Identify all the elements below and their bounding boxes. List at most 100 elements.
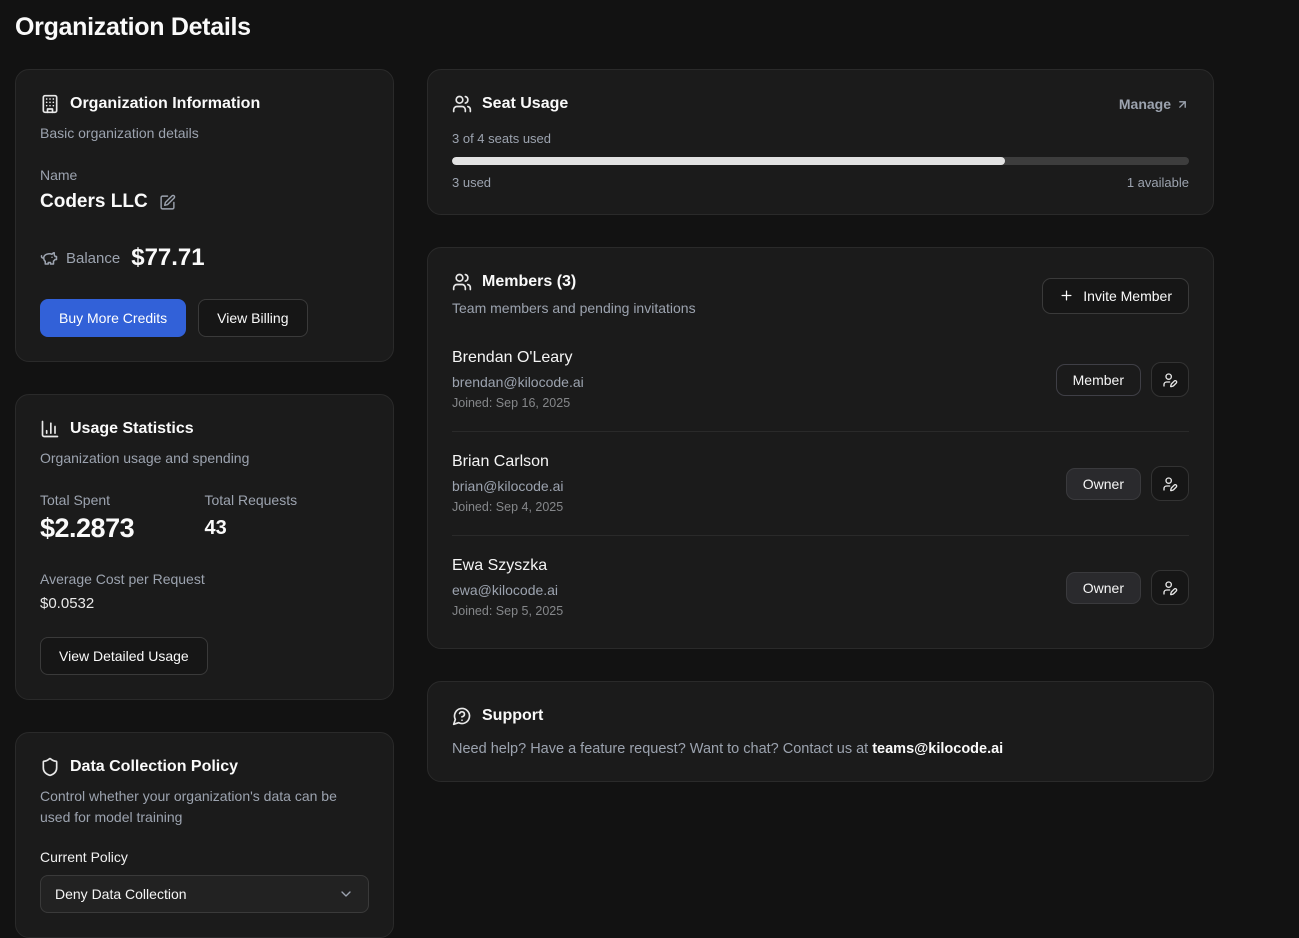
piggy-bank-icon <box>40 249 58 267</box>
seat-summary: 3 of 4 seats used <box>452 131 1189 146</box>
member-row: Brendan O'Leary brendan@kilocode.ai Join… <box>452 328 1189 432</box>
user-pen-icon <box>1162 580 1178 596</box>
edit-role-button[interactable] <box>1151 570 1189 605</box>
edit-role-button[interactable] <box>1151 362 1189 397</box>
edit-role-button[interactable] <box>1151 466 1189 501</box>
member-list: Brendan O'Leary brendan@kilocode.ai Join… <box>452 328 1189 624</box>
user-pen-icon <box>1162 476 1178 492</box>
card-title: Seat Usage <box>482 95 568 113</box>
member-email: brendan@kilocode.ai <box>452 374 584 390</box>
balance-label: Balance <box>66 250 120 267</box>
total-spent-stat: Total Spent $2.2873 <box>40 492 205 544</box>
stats-grid: Total Spent $2.2873 Total Requests 43 <box>40 492 369 544</box>
member-info: Brendan O'Leary brendan@kilocode.ai Join… <box>452 349 584 410</box>
invite-member-label: Invite Member <box>1083 288 1172 304</box>
plus-icon <box>1059 288 1074 303</box>
members-title-group: Members (3) Team members and pending inv… <box>452 272 696 319</box>
members-title-row: Members (3) <box>452 272 696 292</box>
usage-button-row: View Detailed Usage <box>40 637 369 675</box>
role-badge: Owner <box>1066 468 1141 500</box>
right-column: Seat Usage Manage 3 of 4 seats used 3 us… <box>427 69 1214 782</box>
member-actions: Owner <box>1066 570 1189 605</box>
manage-label: Manage <box>1119 96 1171 112</box>
card-subtitle: Control whether your organization's data… <box>40 786 369 828</box>
policy-select[interactable]: Deny Data Collection <box>40 875 369 913</box>
policy-select-value: Deny Data Collection <box>55 886 187 902</box>
support-message: Need help? Have a feature request? Want … <box>452 741 872 757</box>
total-requests-stat: Total Requests 43 <box>205 492 370 544</box>
balance-row: Balance $77.71 <box>40 244 369 272</box>
seat-progress-fill <box>452 157 1005 165</box>
edit-pencil-icon <box>159 194 176 211</box>
card-title: Usage Statistics <box>70 420 194 438</box>
member-name: Brendan O'Leary <box>452 349 584 367</box>
support-header: Support <box>452 706 1189 726</box>
usage-statistics-card: Usage Statistics Organization usage and … <box>15 394 394 700</box>
user-pen-icon <box>1162 372 1178 388</box>
member-name: Ewa Szyszka <box>452 557 563 575</box>
members-header: Members (3) Team members and pending inv… <box>452 272 1189 319</box>
org-name-row: Coders LLC <box>40 191 369 213</box>
member-row: Brian Carlson brian@kilocode.ai Joined: … <box>452 432 1189 536</box>
seat-usage-title-group: Seat Usage <box>452 94 568 114</box>
buy-more-credits-button[interactable]: Buy More Credits <box>40 299 186 337</box>
edit-name-button[interactable] <box>159 194 176 211</box>
invite-member-button[interactable]: Invite Member <box>1042 278 1189 314</box>
chevron-down-icon <box>338 886 354 902</box>
member-joined-date: Joined: Sep 5, 2025 <box>452 604 563 618</box>
member-actions: Owner <box>1066 466 1189 501</box>
arrow-up-right-icon <box>1176 98 1189 111</box>
shield-icon <box>40 757 60 777</box>
view-billing-button[interactable]: View Billing <box>198 299 307 337</box>
member-email: ewa@kilocode.ai <box>452 582 563 598</box>
total-requests-value: 43 <box>205 517 370 540</box>
page-container: Organization Details Organization Inform… <box>0 0 1299 938</box>
name-label: Name <box>40 167 369 183</box>
usage-statistics-header: Usage Statistics <box>40 419 369 439</box>
member-joined-date: Joined: Sep 16, 2025 <box>452 396 584 410</box>
seats-available-label: 1 available <box>1127 175 1189 190</box>
organization-information-header: Organization Information <box>40 94 369 114</box>
seat-usage-header: Seat Usage Manage <box>452 94 1189 114</box>
member-row: Ewa Szyszka ewa@kilocode.ai Joined: Sep … <box>452 536 1189 624</box>
manage-seats-link[interactable]: Manage <box>1119 96 1189 112</box>
users-icon <box>452 272 472 292</box>
seat-progress-bar <box>452 157 1189 165</box>
card-title: Data Collection Policy <box>70 758 238 776</box>
data-collection-policy-header: Data Collection Policy <box>40 757 369 777</box>
role-badge: Member <box>1056 364 1141 396</box>
card-title: Organization Information <box>70 95 260 113</box>
view-detailed-usage-button[interactable]: View Detailed Usage <box>40 637 208 675</box>
support-email-link[interactable]: teams@kilocode.ai <box>872 741 1003 757</box>
left-column: Organization Information Basic organizat… <box>15 69 394 938</box>
card-subtitle: Basic organization details <box>40 123 369 144</box>
member-info: Ewa Szyszka ewa@kilocode.ai Joined: Sep … <box>452 557 563 618</box>
seat-usage-card: Seat Usage Manage 3 of 4 seats used 3 us… <box>427 69 1214 215</box>
current-policy-label: Current Policy <box>40 849 369 865</box>
card-subtitle: Organization usage and spending <box>40 448 369 469</box>
role-badge: Owner <box>1066 572 1141 604</box>
total-spent-value: $2.2873 <box>40 513 205 544</box>
card-title: Members (3) <box>482 273 576 291</box>
member-email: brian@kilocode.ai <box>452 478 564 494</box>
total-spent-label: Total Spent <box>40 492 205 508</box>
card-subtitle: Team members and pending invitations <box>452 298 696 319</box>
avg-cost-label: Average Cost per Request <box>40 571 369 587</box>
bar-chart-icon <box>40 419 60 439</box>
page-title: Organization Details <box>15 13 1214 42</box>
users-icon <box>452 94 472 114</box>
seats-used-label: 3 used <box>452 175 491 190</box>
org-buttons-row: Buy More Credits View Billing <box>40 299 369 337</box>
organization-information-card: Organization Information Basic organizat… <box>15 69 394 362</box>
card-title: Support <box>482 707 543 725</box>
data-collection-policy-card: Data Collection Policy Control whether y… <box>15 732 394 938</box>
member-info: Brian Carlson brian@kilocode.ai Joined: … <box>452 453 564 514</box>
seat-usage-footer: 3 used 1 available <box>452 175 1189 190</box>
support-text: Need help? Have a feature request? Want … <box>452 741 1189 757</box>
balance-value: $77.71 <box>131 244 204 272</box>
question-bubble-icon <box>452 706 472 726</box>
building-icon <box>40 94 60 114</box>
total-requests-label: Total Requests <box>205 492 370 508</box>
content-columns: Organization Information Basic organizat… <box>15 69 1214 938</box>
member-name: Brian Carlson <box>452 453 564 471</box>
